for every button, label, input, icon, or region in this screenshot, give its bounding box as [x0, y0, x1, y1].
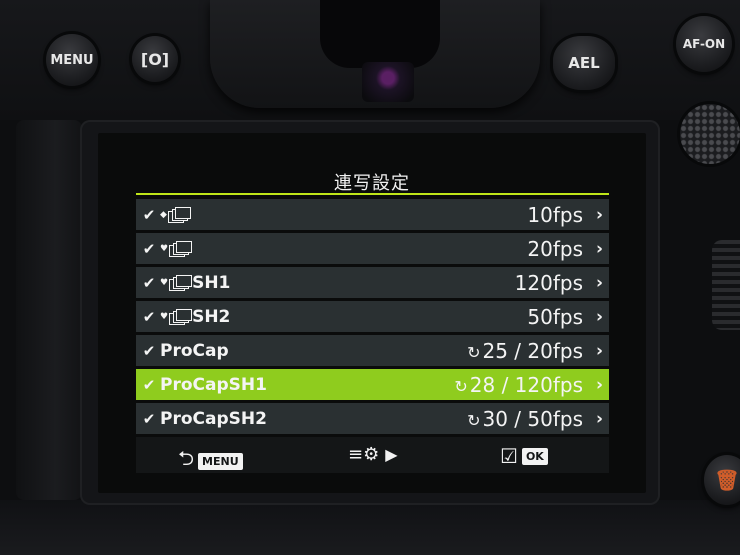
drive-type-mark: ♥ — [160, 243, 169, 254]
drive-mode-label: ♥ — [160, 241, 193, 257]
check-icon[interactable]: ✔ — [138, 206, 160, 224]
menu-hardware-button[interactable]: MENU — [46, 34, 98, 86]
frame-rate-value: 10fps — [527, 203, 583, 227]
checkbox-icon: ☑ — [500, 444, 518, 468]
check-icon[interactable]: ✔ — [138, 308, 160, 326]
af-on-button[interactable]: AF-ON — [676, 16, 732, 72]
page-title: 連写設定 — [334, 173, 410, 194]
lcd-screen: 連写設定 ✔ ◆ 10fps › ✔ ♥ 20fps › ✔ ♥ SH1 120fps › ✔ ♥ SH2 50… — [98, 133, 646, 493]
menu-row[interactable]: ✔ ProCapSH2 ↻ 30 / 50fps › — [136, 403, 609, 434]
drive-mode-label: ProCapSH2 — [160, 409, 267, 429]
chevron-right-icon: › — [595, 204, 603, 225]
frame-rate-value: ↻ 28 / 120fps — [454, 373, 583, 397]
ok-tag: OK — [521, 447, 548, 465]
sequential-shooting-icon — [169, 275, 193, 291]
sequential-shooting-icon — [167, 207, 191, 223]
drive-mode-list: ✔ ◆ 10fps › ✔ ♥ 20fps › ✔ ♥ SH1 120fps › ✔ ♥ SH2 50fps › ✔… — [136, 199, 609, 437]
screen-hinge — [16, 120, 82, 500]
settings-list-icon: ≡⚙ — [348, 444, 380, 465]
drive-mode-text: SH1 — [192, 272, 231, 293]
footer-bar: ⮌ MENU ≡⚙ ▶ ☑ OK — [136, 437, 609, 473]
menu-row[interactable]: ✔ ♥ 20fps › — [136, 233, 609, 264]
frame-rate-text: 120fps — [514, 270, 583, 295]
menu-row[interactable]: ✔ ♥ SH2 50fps › — [136, 301, 609, 332]
chevron-right-icon: › — [595, 408, 603, 429]
eye-sensor — [362, 62, 414, 102]
chevron-right-icon: › — [595, 374, 603, 395]
frame-rate-text: 28 / 120fps — [469, 372, 583, 397]
menu-row[interactable]: ✔ ◆ 10fps › — [136, 199, 609, 230]
frame-rate-text: 20fps — [527, 236, 583, 261]
drive-type-mark: ◆ — [160, 209, 167, 220]
drive-type-mark: ♥ — [160, 311, 169, 322]
frame-rate-text: 25 / 20fps — [482, 338, 583, 363]
frame-rate-value: 50fps — [527, 305, 583, 329]
check-icon[interactable]: ✔ — [138, 240, 160, 258]
frame-rate-value: ↻ 25 / 20fps — [467, 339, 583, 363]
check-icon[interactable]: ✔ — [138, 342, 160, 360]
frame-rate-text: 30 / 50fps — [482, 406, 583, 431]
back-arrow-icon: ⮌ — [178, 446, 195, 470]
menu-row[interactable]: ✔ ♥ SH1 120fps › — [136, 267, 609, 298]
check-icon[interactable]: ✔ — [138, 274, 160, 292]
trash-icon[interactable]: 🗑 — [704, 455, 740, 505]
drive-type-mark: ♥ — [160, 277, 169, 288]
frame-rate-text: 50fps — [527, 304, 583, 329]
drive-mode-label: ◆ — [160, 207, 191, 223]
title-underline — [136, 193, 609, 195]
chevron-right-icon: › — [595, 306, 603, 327]
pre-capture-cycle-icon: ↻ — [467, 342, 481, 362]
back-hint[interactable]: ⮌ MENU — [178, 444, 243, 478]
drive-mode-label: ♥ SH1 — [160, 273, 230, 293]
drive-mode-label: ♥ SH2 — [160, 307, 230, 327]
drive-mode-text: ProCapSH1 — [160, 374, 267, 395]
sequential-shooting-icon — [169, 241, 193, 257]
sequential-shooting-icon — [169, 309, 193, 325]
frame-rate-text: 10fps — [527, 202, 583, 227]
drive-mode-text: ProCapSH2 — [160, 408, 267, 429]
pre-capture-cycle-icon: ↻ — [467, 410, 481, 430]
frame-rate-value: ↻ 30 / 50fps — [467, 407, 583, 431]
check-icon[interactable]: ✔ — [138, 410, 160, 428]
chevron-right-icon: › — [595, 340, 603, 361]
drive-mode-text: ProCap — [160, 340, 229, 361]
chevron-right-icon: › — [595, 272, 603, 293]
viewfinder-window — [320, 0, 440, 68]
ok-hint[interactable]: ☑ OK — [500, 444, 548, 468]
ael-button[interactable]: AEL — [553, 36, 615, 90]
multi-selector-pad[interactable] — [680, 104, 740, 164]
live-view-button[interactable]: [O] — [132, 36, 178, 82]
menu-tag: MENU — [198, 452, 243, 470]
settings-hint[interactable]: ≡⚙ ▶ — [348, 444, 398, 465]
pre-capture-cycle-icon: ↻ — [454, 376, 468, 396]
rear-dial[interactable] — [712, 240, 740, 330]
drive-mode-label: ProCapSH1 — [160, 375, 267, 395]
check-icon[interactable]: ✔ — [138, 376, 160, 394]
frame-rate-value: 20fps — [527, 237, 583, 261]
menu-row[interactable]: ✔ ProCap ↻ 25 / 20fps › — [136, 335, 609, 366]
drive-mode-text: SH2 — [192, 306, 231, 327]
chevron-right-icon: › — [595, 238, 603, 259]
frame-rate-value: 120fps — [515, 271, 583, 295]
menu-row[interactable]: ✔ ProCapSH1 ↻ 28 / 120fps › — [136, 369, 609, 400]
camera-bottom-panel — [0, 500, 740, 555]
drive-mode-label: ProCap — [160, 341, 229, 361]
right-arrow-icon: ▶ — [385, 445, 398, 464]
